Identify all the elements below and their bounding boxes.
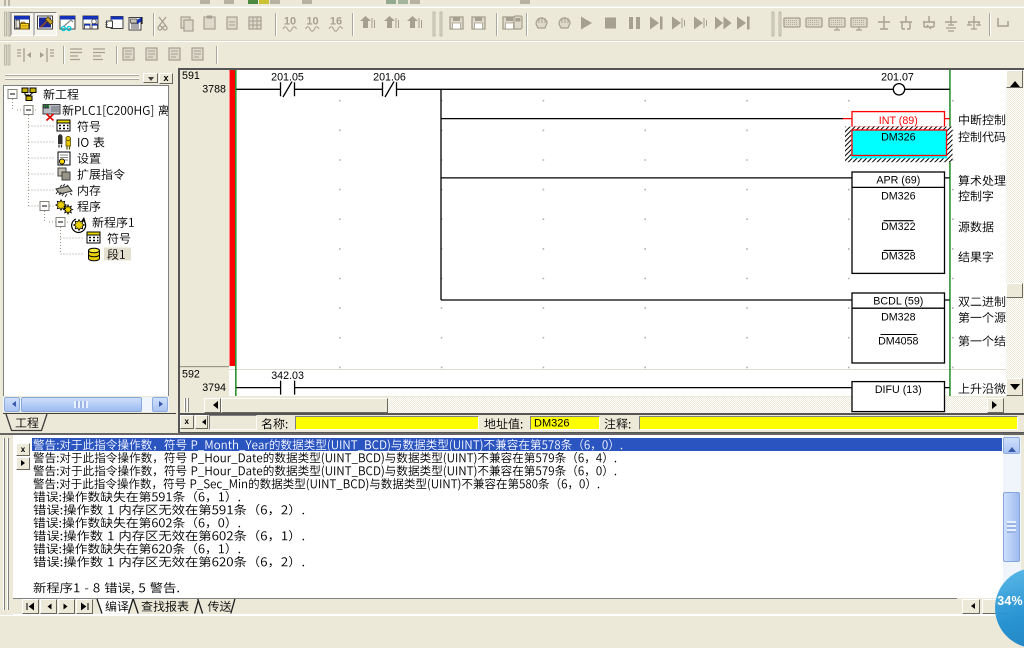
svg-text:BCDL (59): BCDL (59) xyxy=(873,296,923,308)
svg-text:591: 591 xyxy=(182,70,200,82)
svg-text:201.05: 201.05 xyxy=(271,71,304,83)
svg-text:342.03: 342.03 xyxy=(271,370,304,382)
svg-text:3794: 3794 xyxy=(202,382,226,394)
svg-text:DIFU (13): DIFU (13) xyxy=(875,384,922,396)
svg-text:201.07: 201.07 xyxy=(881,71,914,83)
svg-text:DM326: DM326 xyxy=(881,132,916,144)
svg-text:DM328: DM328 xyxy=(881,251,916,263)
svg-text:INT (89): INT (89) xyxy=(879,115,918,127)
svg-text:3788: 3788 xyxy=(202,83,226,95)
svg-text:DM326: DM326 xyxy=(881,191,916,203)
svg-text:16: 16 xyxy=(330,16,342,28)
svg-text:DM322: DM322 xyxy=(881,221,916,233)
svg-text:201.06: 201.06 xyxy=(373,71,406,83)
svg-text:DM4058: DM4058 xyxy=(878,335,918,347)
svg-text:10: 10 xyxy=(306,16,318,28)
svg-text:10: 10 xyxy=(284,16,296,28)
svg-text:APR (69): APR (69) xyxy=(876,175,920,187)
svg-text:DM328: DM328 xyxy=(881,311,916,323)
svg-text:592: 592 xyxy=(182,368,200,380)
svg-text:DM326: DM326 xyxy=(534,418,569,430)
